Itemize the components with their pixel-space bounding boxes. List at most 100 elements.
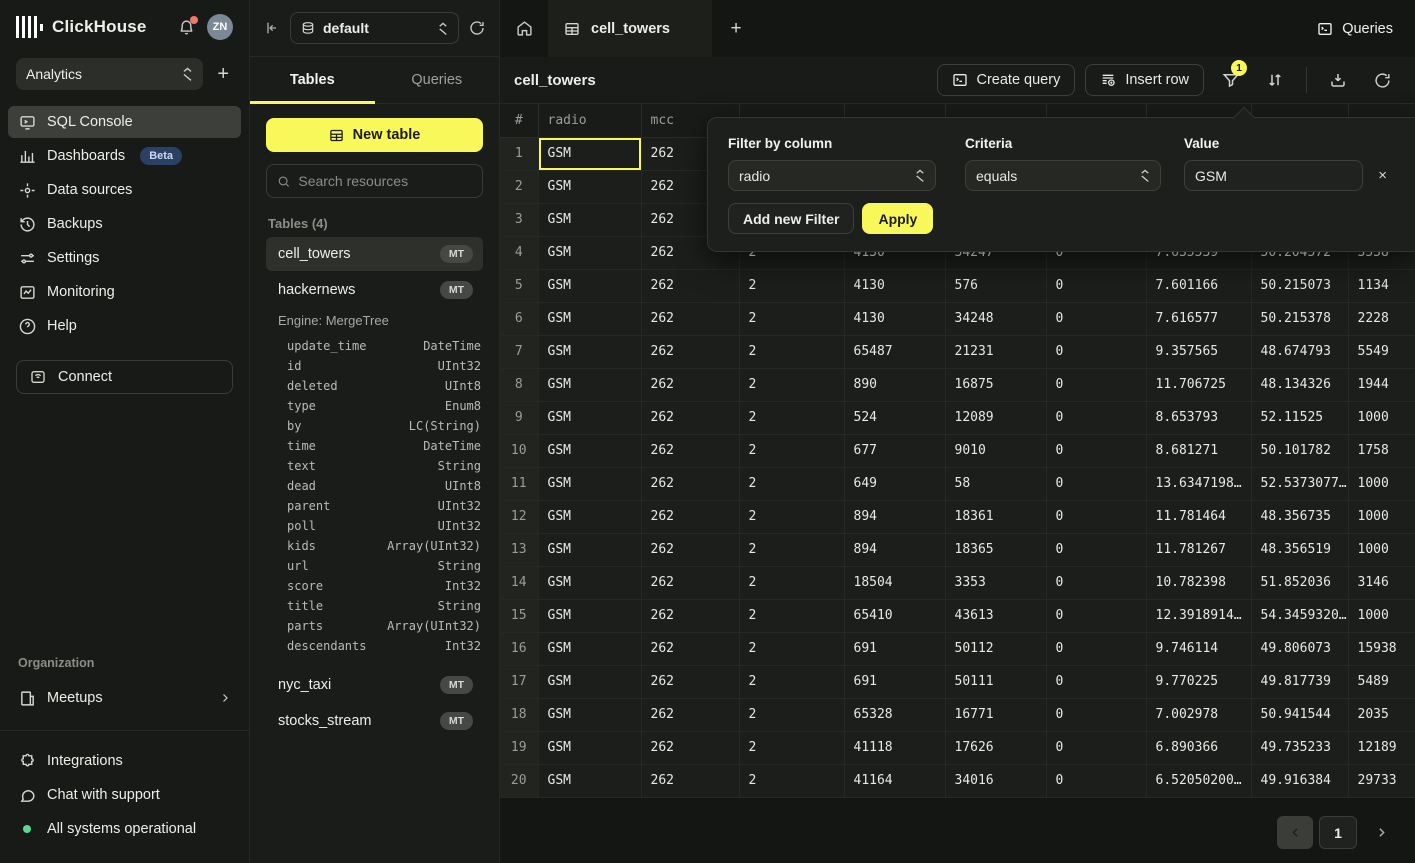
table-cell[interactable]: 0: [1046, 269, 1146, 302]
table-cell[interactable]: 894: [844, 533, 945, 566]
table-cell[interactable]: GSM: [538, 698, 641, 731]
table-cell[interactable]: 12189: [1348, 731, 1415, 764]
table-cell[interactable]: 1000: [1348, 599, 1415, 632]
table-cell[interactable]: 0: [1046, 302, 1146, 335]
table-cell[interactable]: GSM: [538, 500, 641, 533]
table-cell[interactable]: 0: [1046, 566, 1146, 599]
queries-button[interactable]: Queries: [1295, 0, 1415, 57]
table-cell[interactable]: 262: [641, 401, 739, 434]
refresh-database-icon[interactable]: [469, 20, 485, 36]
table-cell[interactable]: 2: [739, 731, 844, 764]
column-header[interactable]: #: [500, 104, 538, 137]
table-cell[interactable]: 262: [641, 698, 739, 731]
database-select[interactable]: default: [290, 12, 459, 44]
table-cell[interactable]: 0: [1046, 500, 1146, 533]
table-cell[interactable]: 50111: [945, 665, 1046, 698]
table-cell[interactable]: 50.101782: [1251, 434, 1348, 467]
table-cell[interactable]: 11.706725: [1146, 368, 1251, 401]
table-cell[interactable]: 1000: [1348, 467, 1415, 500]
table-cell[interactable]: 2: [739, 368, 844, 401]
table-cell[interactable]: 11.781464: [1146, 500, 1251, 533]
table-cell[interactable]: 7.601166: [1146, 269, 1251, 302]
table-cell[interactable]: 29733: [1348, 764, 1415, 797]
tab-queries[interactable]: Queries: [375, 57, 500, 103]
table-cell[interactable]: 50112: [945, 632, 1046, 665]
search-input[interactable]: [298, 173, 472, 189]
table-cell[interactable]: 41164: [844, 764, 945, 797]
table-cell[interactable]: 49.817739: [1251, 665, 1348, 698]
table-cell[interactable]: GSM: [538, 302, 641, 335]
collapse-panel-icon[interactable]: [264, 20, 280, 36]
table-cell[interactable]: GSM: [538, 269, 641, 302]
new-table-button[interactable]: New table: [266, 118, 483, 152]
table-cell[interactable]: GSM: [538, 203, 641, 236]
table-cell[interactable]: 10.782398: [1146, 566, 1251, 599]
table-cell[interactable]: 5549: [1348, 335, 1415, 368]
sidebar-item-settings[interactable]: Settings: [8, 242, 241, 274]
add-new-filter-button[interactable]: Add new Filter: [728, 203, 854, 234]
new-tab-button[interactable]: +: [712, 0, 760, 57]
table-cell[interactable]: 9010: [945, 434, 1046, 467]
table-cell[interactable]: 0: [1046, 731, 1146, 764]
table-cell[interactable]: 262: [641, 269, 739, 302]
table-cell[interactable]: 48.356735: [1251, 500, 1348, 533]
table-cell[interactable]: GSM: [538, 467, 641, 500]
tab-cell-towers[interactable]: cell_towers: [548, 0, 712, 57]
table-cell[interactable]: GSM: [538, 236, 641, 269]
table-cell[interactable]: 2: [739, 632, 844, 665]
table-cell[interactable]: 2: [739, 698, 844, 731]
table-cell[interactable]: 52.11525: [1251, 401, 1348, 434]
sidebar-item-system-status[interactable]: All systems operational: [8, 813, 241, 845]
download-icon[interactable]: [1321, 64, 1355, 96]
apply-filter-button[interactable]: Apply: [862, 203, 933, 234]
table-cell[interactable]: 0: [1046, 467, 1146, 500]
table-cell[interactable]: 1758: [1348, 434, 1415, 467]
table-cell[interactable]: 15938: [1348, 632, 1415, 665]
table-cell[interactable]: GSM: [538, 731, 641, 764]
table-cell[interactable]: 49.916384: [1251, 764, 1348, 797]
create-query-button[interactable]: Create query: [937, 64, 1076, 96]
table-cell[interactable]: 34248: [945, 302, 1046, 335]
table-cell[interactable]: 13.6347198…: [1146, 467, 1251, 500]
table-cell[interactable]: 5489: [1348, 665, 1415, 698]
table-cell[interactable]: 54.3459320…: [1251, 599, 1348, 632]
table-cell[interactable]: GSM: [538, 566, 641, 599]
table-cell[interactable]: 649: [844, 467, 945, 500]
table-cell[interactable]: 41118: [844, 731, 945, 764]
table-cell[interactable]: 262: [641, 335, 739, 368]
table-cell[interactable]: 1000: [1348, 533, 1415, 566]
filter-value-input[interactable]: [1184, 160, 1363, 191]
table-cell[interactable]: GSM: [538, 665, 641, 698]
table-cell[interactable]: 48.356519: [1251, 533, 1348, 566]
table-cell[interactable]: 2: [739, 434, 844, 467]
insert-row-button[interactable]: Insert row: [1085, 64, 1204, 96]
table-cell[interactable]: 6.890366: [1146, 731, 1251, 764]
refresh-table-icon[interactable]: [1365, 64, 1399, 96]
table-cell[interactable]: GSM: [538, 368, 641, 401]
table-cell[interactable]: GSM: [538, 335, 641, 368]
table-cell[interactable]: 262: [641, 599, 739, 632]
sort-icon[interactable]: [1258, 64, 1292, 96]
table-cell[interactable]: 262: [641, 665, 739, 698]
table-cell[interactable]: 50.941544: [1251, 698, 1348, 731]
current-page-indicator[interactable]: 1: [1319, 816, 1357, 849]
table-cell[interactable]: GSM: [538, 170, 641, 203]
prev-page-button[interactable]: [1277, 816, 1313, 849]
table-cell[interactable]: 43613: [945, 599, 1046, 632]
sidebar-item-sql-console[interactable]: SQL Console: [8, 106, 241, 138]
table-cell[interactable]: 262: [641, 533, 739, 566]
table-cell[interactable]: GSM: [538, 434, 641, 467]
table-cell[interactable]: 262: [641, 731, 739, 764]
table-item-stocks-stream[interactable]: stocks_stream MT: [266, 704, 483, 738]
column-header[interactable]: radio: [538, 104, 641, 137]
table-cell[interactable]: GSM: [538, 599, 641, 632]
table-cell[interactable]: 2: [739, 533, 844, 566]
table-cell[interactable]: 48.674793: [1251, 335, 1348, 368]
table-cell[interactable]: 0: [1046, 632, 1146, 665]
table-cell[interactable]: 9.746114: [1146, 632, 1251, 665]
filter-column-select[interactable]: radio: [728, 160, 936, 191]
table-cell[interactable]: 262: [641, 368, 739, 401]
table-cell[interactable]: 65410: [844, 599, 945, 632]
table-cell[interactable]: 2: [739, 566, 844, 599]
table-cell[interactable]: 262: [641, 500, 739, 533]
